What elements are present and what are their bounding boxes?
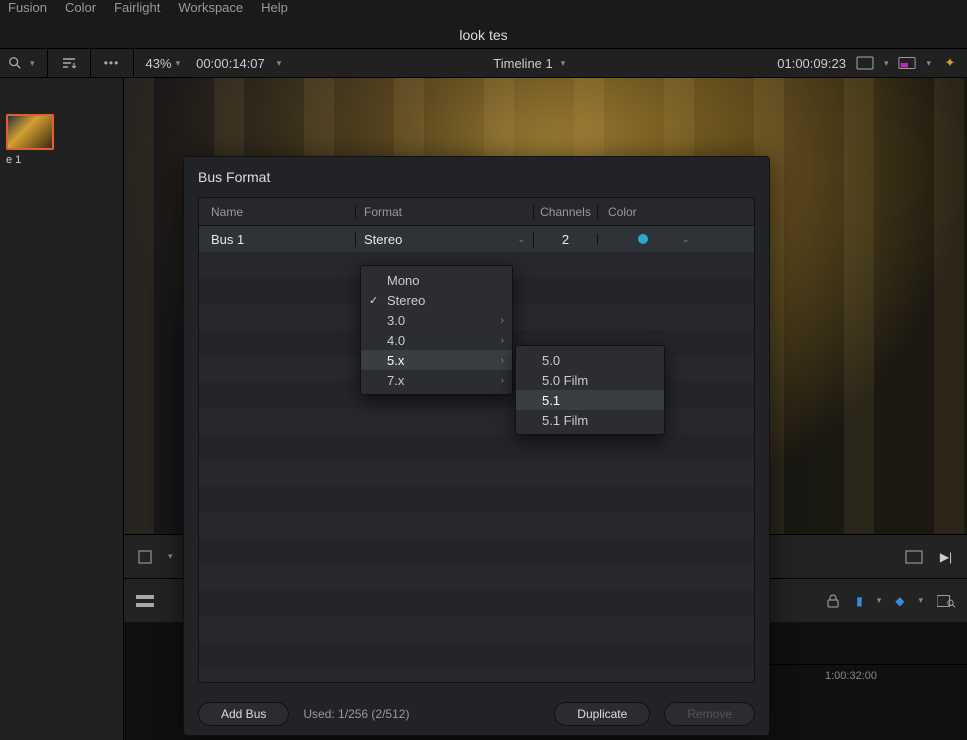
project-title: look tes [0,22,967,48]
timeline-name-dropdown[interactable]: Timeline 1 [493,56,552,71]
cell-channels: 2 [533,232,597,247]
zoom-dropdown[interactable]: 43%▾ [146,56,181,71]
search-options-chevron[interactable]: ▾ [30,58,35,69]
track-header-icon[interactable] [136,592,154,610]
menu-fairlight[interactable]: Fairlight [114,0,160,15]
ruler-tick: 1:00:32:00 [825,670,877,682]
timeline-name-chevron[interactable]: ▾ [561,58,566,69]
flag-blue-chevron[interactable]: ▾ [877,595,882,606]
clip-thumbnail[interactable] [6,114,54,150]
sparkle-icon[interactable]: ✦ [941,54,959,72]
format-option-mono[interactable]: Mono [361,270,512,290]
flag-blue[interactable]: ▮ [856,594,863,608]
menu-color[interactable]: Color [65,0,96,15]
format-menu: MonoStereo✓3.0›4.0›5.x›7.x› [360,265,513,395]
record-timecode[interactable]: 01:00:09:23 [777,56,846,71]
marker-blue-chevron[interactable]: ▾ [918,595,923,606]
chevron-down-icon: ⌄ [517,234,525,245]
table-row[interactable]: Bus 1 Stereo⌄ 2 ⌄ [199,226,754,252]
dialog-footer: Add Bus Used: 1/256 (2/512) Duplicate Re… [184,693,769,735]
color-swatch [638,234,648,244]
source-timecode[interactable]: 00:00:14:07 [196,56,265,71]
options-icon[interactable]: ••• [103,54,121,72]
app-menubar: Fusion Color Fairlight Workspace Help [0,0,967,22]
chevron-right-icon: › [501,315,504,326]
chevron-right-icon: › [501,355,504,366]
menu-help[interactable]: Help [261,0,288,15]
sort-icon[interactable] [60,54,78,72]
format-option-stereo[interactable]: Stereo✓ [361,290,512,310]
add-bus-button[interactable]: Add Bus [198,702,289,726]
dialog-title: Bus Format [184,157,769,197]
duplicate-button[interactable]: Duplicate [554,702,650,726]
marker-blue[interactable]: ◆ [895,594,904,608]
format-option-7x[interactable]: 7.x› [361,370,512,390]
format-option-51film[interactable]: 5.1 Film [516,410,664,430]
check-icon: ✓ [369,294,378,307]
cell-format-dropdown[interactable]: Stereo⌄ [355,232,533,247]
format-option-5x[interactable]: 5.x› [361,350,512,370]
next-clip-icon[interactable]: ▶| [937,548,955,566]
cell-name[interactable]: Bus 1 [199,232,355,247]
fullscreen-icon[interactable] [905,548,923,566]
header-channels: Channels [533,205,597,219]
format-option-40[interactable]: 4.0› [361,330,512,350]
transform-chevron[interactable]: ▾ [168,551,173,562]
lock-icon[interactable] [824,592,842,610]
clip-label: e 1 [6,154,117,166]
viewer-toolbar: ▾ ••• 43%▾ 00:00:14:07 ▾ Timeline 1 ▾ 01… [0,48,967,78]
format-option-51[interactable]: 5.1 [516,390,664,410]
chevron-down-icon: ⌄ [682,234,690,245]
fx-overlay-icon[interactable] [898,54,916,72]
header-color: Color [597,205,754,219]
used-counter: Used: 1/256 (2/512) [303,707,409,721]
format-option-50[interactable]: 5.0 [516,350,664,370]
zoom-search-icon[interactable] [937,592,955,610]
fx-overlay-chevron[interactable]: ▾ [926,58,931,69]
header-format: Format [355,205,533,219]
chevron-right-icon: › [501,375,504,386]
safe-area-chevron[interactable]: ▾ [884,58,889,69]
chevron-right-icon: › [501,335,504,346]
table-header: Name Format Channels Color [199,198,754,226]
media-pool: e 1 [0,78,124,740]
remove-button[interactable]: Remove [664,702,755,726]
menu-workspace[interactable]: Workspace [178,0,243,15]
transform-icon[interactable] [136,548,154,566]
format-submenu-5x: 5.05.0 Film5.15.1 Film [515,345,665,435]
header-name: Name [199,205,355,219]
bus-format-dialog: Bus Format Name Format Channels Color Bu… [183,156,770,736]
format-option-50film[interactable]: 5.0 Film [516,370,664,390]
menu-fusion[interactable]: Fusion [8,0,47,15]
safe-area-icon[interactable] [856,54,874,72]
timeline-ruler[interactable]: 1:00:32:00 [768,664,967,686]
search-icon[interactable] [6,54,24,72]
cell-color-dropdown[interactable]: ⌄ [597,234,754,245]
format-option-30[interactable]: 3.0› [361,310,512,330]
